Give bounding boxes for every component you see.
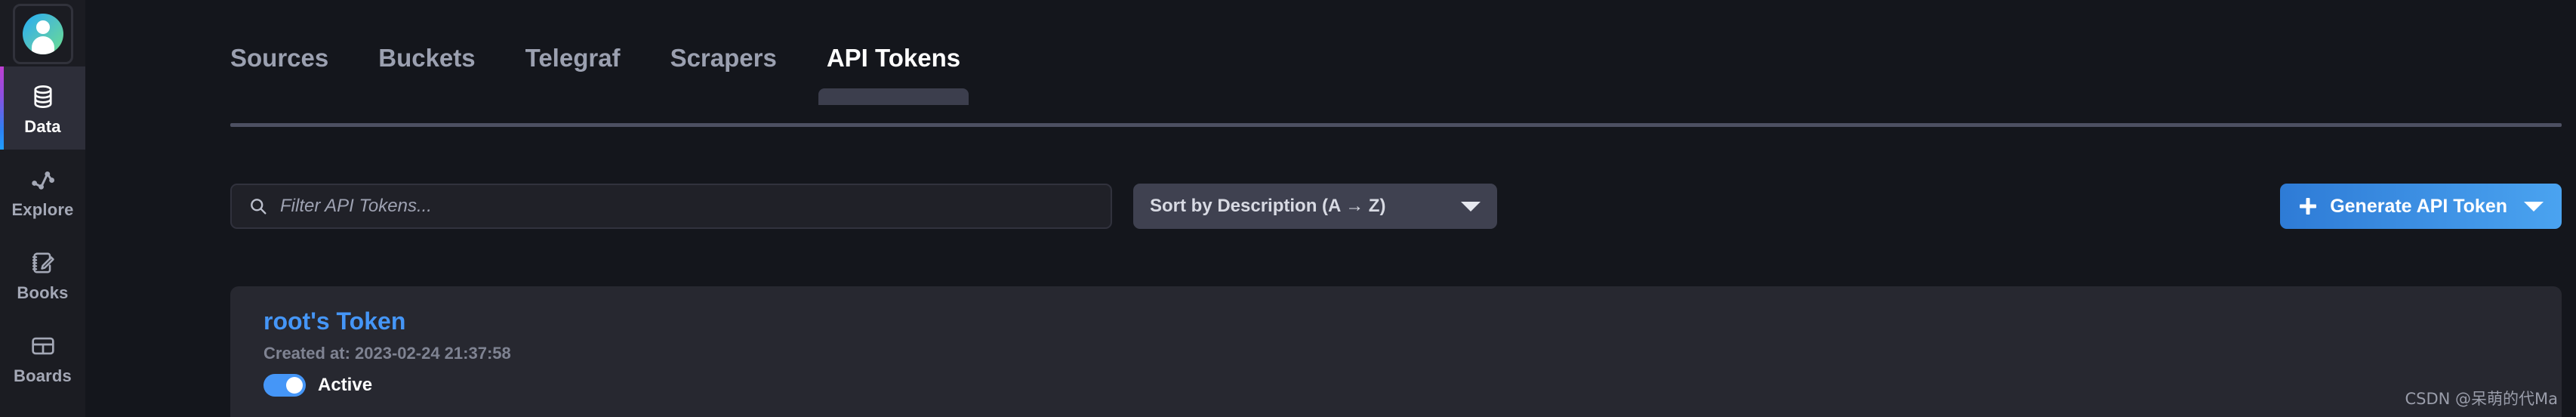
search-icon (248, 196, 268, 216)
tab-buckets[interactable]: Buckets (353, 45, 500, 70)
avatar-frame (12, 3, 73, 64)
tab-label: Buckets (378, 44, 476, 72)
tabs-divider (230, 123, 2562, 127)
watermark: CSDN @呆萌的代Ma (2405, 390, 2558, 408)
tokens-toolbar: Sort by Description (A → Z) Generate API… (230, 184, 2562, 229)
avatar-button[interactable] (10, 1, 75, 66)
main-content: Sources Buckets Telegraf Scrapers API To… (85, 0, 2576, 417)
search-field-wrapper[interactable] (230, 184, 1112, 229)
dashboard-grid-icon (27, 330, 59, 362)
sidebar-item-label: Data (24, 117, 61, 136)
token-created-timestamp: Created at: 2023-02-24 21:37:58 (263, 344, 511, 363)
sidebar-item-books[interactable]: Books (0, 233, 85, 316)
sidebar-item-data[interactable]: Data (0, 66, 85, 150)
tab-label: API Tokens (826, 44, 961, 72)
toggle-knob (286, 377, 303, 394)
sidebar-item-label: Boards (14, 366, 72, 385)
graph-line-icon (27, 164, 59, 196)
plus-icon (2298, 196, 2318, 216)
influxdb-app-window: Data Explore Books Boards Sources Bucket… (0, 0, 2576, 417)
token-status-row: Active (263, 374, 2528, 397)
tab-label: Telegraf (525, 44, 621, 72)
status-badge: Active (318, 375, 373, 395)
tab-label: Sources (230, 44, 329, 72)
tab-telegraf[interactable]: Telegraf (501, 45, 646, 70)
token-list-item: root's Token Created at: 2023-02-24 21:3… (230, 286, 2562, 417)
sort-dropdown[interactable]: Sort by Description (A → Z) (1133, 184, 1497, 229)
sidebar-item-label: Explore (11, 200, 74, 219)
generate-api-token-label: Generate API Token (2330, 195, 2507, 217)
search-input[interactable] (280, 196, 1094, 217)
database-icon (27, 81, 59, 113)
token-active-toggle[interactable] (263, 374, 306, 397)
tab-active-indicator (818, 88, 969, 105)
sort-dropdown-label: Sort by Description (A → Z) (1150, 196, 1386, 216)
notebook-pencil-icon (27, 247, 59, 279)
tab-scrapers[interactable]: Scrapers (646, 45, 802, 70)
primary-sidebar: Data Explore Books Boards (0, 0, 85, 417)
chevron-down-icon (2524, 201, 2544, 212)
sidebar-item-explore[interactable]: Explore (0, 150, 85, 233)
token-name-link[interactable]: root's Token (263, 309, 405, 333)
chevron-down-icon (1461, 201, 1481, 212)
avatar (22, 13, 63, 54)
data-page-tabs: Sources Buckets Telegraf Scrapers API To… (230, 44, 985, 105)
tab-label: Scrapers (670, 44, 777, 72)
sidebar-item-label: Books (17, 283, 69, 302)
sidebar-item-boards[interactable]: Boards (0, 316, 85, 399)
tab-api-tokens[interactable]: API Tokens (802, 44, 985, 105)
generate-api-token-button[interactable]: Generate API Token (2280, 184, 2562, 229)
tab-sources[interactable]: Sources (230, 45, 353, 70)
